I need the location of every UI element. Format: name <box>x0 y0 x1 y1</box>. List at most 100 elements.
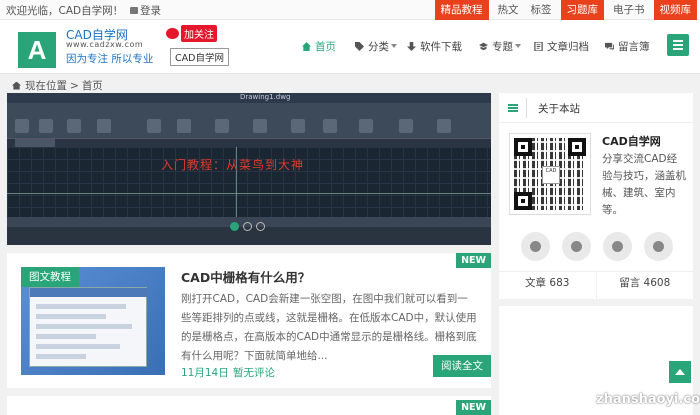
cad-tool-icon <box>15 119 29 133</box>
thumbnail-row <box>36 334 96 339</box>
cad-tool-icon <box>399 119 413 133</box>
watermark: zhanshaoyi.com <box>596 392 700 407</box>
read-more-button[interactable]: 阅读全文 <box>433 355 491 377</box>
top-link-exercises[interactable]: 习题库 <box>560 0 604 20</box>
site-stats: 文章 683 留言 4608 <box>499 271 693 299</box>
slider-dots <box>230 222 265 231</box>
top-link-hot-articles[interactable]: 热文 <box>492 0 525 20</box>
logo-url: www.cadzxw.com <box>66 40 144 49</box>
article-date: 11月14日 <box>181 367 229 379</box>
nav-topics-label: 专题 <box>492 40 513 53</box>
comments-icon <box>605 42 614 50</box>
weibo-follow-button[interactable]: 加关注 <box>166 24 217 42</box>
category-badge[interactable]: 图文教程 <box>21 267 79 287</box>
menu-line <box>673 48 683 50</box>
slider-dot[interactable] <box>230 222 239 231</box>
social-icons <box>521 232 673 261</box>
cad-tab-bar <box>7 139 491 147</box>
weibo-icon[interactable] <box>603 232 632 261</box>
breadcrumb-current[interactable]: 首页 <box>82 78 103 93</box>
slider-dot[interactable] <box>243 222 252 231</box>
cad-ribbon <box>7 103 491 139</box>
cad-tool-icon <box>147 119 161 133</box>
archive-icon <box>534 41 543 51</box>
qr-finder <box>514 138 532 156</box>
download-icon <box>407 41 416 51</box>
rss-icon[interactable] <box>644 232 673 261</box>
article-title[interactable]: CAD中栅格有什么用？ <box>181 267 310 286</box>
article-comments[interactable]: 暂无评论 <box>233 365 275 380</box>
qq-icon[interactable] <box>562 232 591 261</box>
top-link-featured-tutorials[interactable]: 精品教程 <box>434 0 489 20</box>
weibo-icon <box>166 27 179 39</box>
site-header: A CAD自学网 www.cadzxw.com 因为专注 所以专业 加关注 CA… <box>0 20 700 74</box>
scroll-to-top-button[interactable] <box>669 361 691 383</box>
cad-tool-icon <box>437 119 451 133</box>
top-link-tags[interactable]: 标签 <box>525 0 558 20</box>
stat-value: 683 <box>549 277 570 289</box>
cad-tool-icon <box>359 119 373 133</box>
cad-title-bar: Drawing1.dwg <box>7 93 491 103</box>
top-link-videos[interactable]: 视频库 <box>653 0 697 20</box>
nav-item-home[interactable]: 首页 <box>302 36 336 56</box>
slide-overlay-text: 入门教程：从菜鸟到大神 <box>161 158 305 172</box>
nav-item-downloads[interactable]: 软件下载 <box>407 36 462 56</box>
nav-archive-label: 文章归档 <box>547 40 589 53</box>
cad-tool-icon <box>67 119 81 133</box>
cad-tool-icon <box>97 119 111 133</box>
slider-dot[interactable] <box>256 222 265 231</box>
cad-tool-icon <box>215 119 229 133</box>
thumbnail-row <box>36 314 106 319</box>
nav-item-categories[interactable]: 分类 <box>355 36 397 56</box>
article-card: 图文教程 NEW CAD中栅格有什么用？ 刚打开CAD，CAD会新建一张空图，在… <box>7 253 491 388</box>
cad-tool-icon <box>177 119 191 133</box>
list-icon <box>508 104 518 112</box>
chevron-down-icon <box>515 44 521 48</box>
cad-tool-icon <box>323 119 337 133</box>
login-link[interactable]: 登录 <box>130 3 161 18</box>
divider <box>526 98 527 118</box>
lock-icon <box>130 7 138 14</box>
nav-item-topics[interactable]: 专题 <box>479 36 521 56</box>
new-badge: NEW <box>456 400 491 415</box>
stat-articles: 文章 683 <box>499 272 597 299</box>
nav-home-label: 首页 <box>315 40 336 53</box>
nav-guestbook-label: 留言簿 <box>618 40 650 53</box>
logo-slogan: 因为专注 所以专业 <box>66 53 154 65</box>
logo-icon[interactable]: A <box>18 32 56 68</box>
top-link-ebooks[interactable]: 电子书 <box>607 0 651 20</box>
welcome-text: 欢迎光临，CAD自学网！ <box>6 5 124 17</box>
cad-tool-icon <box>253 119 267 133</box>
nav-item-archive[interactable]: 文章归档 <box>534 36 589 56</box>
qr-center-logo: CAD <box>542 166 560 184</box>
sidebar-about-widget: 关于本站 CAD CAD自学网 分享交流CAD经验与技巧，涵盖机械、建筑、室内等… <box>499 93 693 299</box>
widget-header: 关于本站 <box>499 93 693 123</box>
tag-icon <box>355 41 364 51</box>
breadcrumb: 现在位置 > 首页 <box>12 78 103 93</box>
stat-value: 4608 <box>643 277 671 289</box>
cad-tab <box>15 139 55 147</box>
thumbnail-row <box>36 324 132 329</box>
site-description: 分享交流CAD经验与技巧，涵盖机械、建筑、室内等。 <box>602 153 686 216</box>
menu-toggle-button[interactable] <box>667 34 689 56</box>
wechat-icon[interactable] <box>521 232 550 261</box>
nav-categories-label: 分类 <box>368 40 389 53</box>
image-slider[interactable]: Drawing1.dwg 入门教程：从菜鸟到大神 <box>7 93 491 245</box>
thumbnail-window-bar <box>30 288 148 297</box>
qr-code: CAD <box>509 133 591 215</box>
cad-tool-icon <box>291 119 305 133</box>
chevron-down-icon <box>391 44 397 48</box>
stat-label: 文章 <box>525 277 547 289</box>
stat-messages: 留言 4608 <box>597 272 694 299</box>
breadcrumb-prefix: 现在位置 <box>25 80 67 92</box>
weibo-follow-label: 加关注 <box>181 24 217 42</box>
breadcrumb-separator: > <box>70 79 79 92</box>
thumbnail-row <box>36 304 126 309</box>
nav-item-guestbook[interactable]: 留言簿 <box>605 36 650 56</box>
stat-label: 留言 <box>619 277 641 289</box>
home-icon <box>302 41 311 51</box>
login-label: 登录 <box>140 5 161 17</box>
widget-title: 关于本站 <box>538 103 580 115</box>
graduation-cap-icon <box>479 42 488 50</box>
thumbnail-row <box>36 344 120 349</box>
